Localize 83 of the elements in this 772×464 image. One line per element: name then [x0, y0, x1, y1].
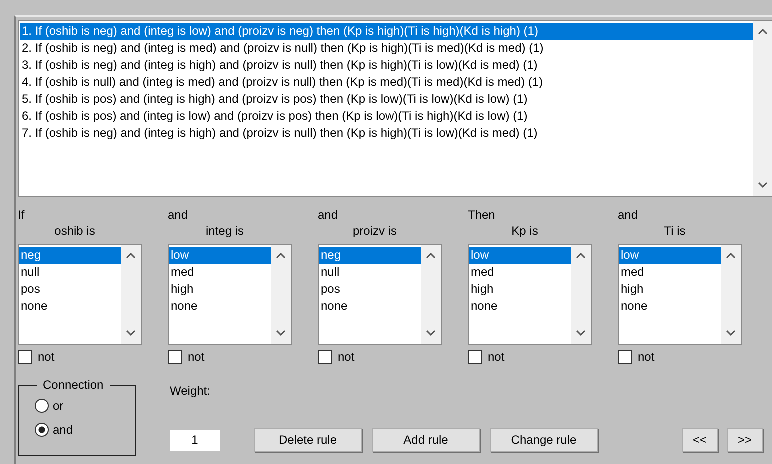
rule-button[interactable]: Delete rule: [254, 428, 362, 452]
list-item[interactable]: none: [469, 298, 571, 315]
rule-button[interactable]: Add rule: [372, 428, 480, 452]
membership-list[interactable]: neg null pos none: [318, 244, 442, 345]
radio-label: and: [53, 423, 74, 437]
rule-item[interactable]: 2. If (oshib is neg) and (integ is med) and (proizv is null) then (Kp is high)(Ti is med)(Kd is med) (1): [20, 40, 753, 57]
not-label: not: [338, 350, 355, 364]
not-checkbox[interactable]: [468, 350, 482, 364]
list-item[interactable]: null: [19, 264, 121, 281]
scrollbar[interactable]: [753, 21, 772, 196]
connection-title: Connection: [42, 378, 105, 392]
variable-label: Ti is: [664, 223, 686, 239]
list-item[interactable]: pos: [319, 281, 421, 298]
membership-list[interactable]: low med high none: [618, 244, 742, 345]
scroll-up-icon[interactable]: [276, 253, 286, 259]
scroll-down-icon[interactable]: [426, 330, 436, 336]
variable-label: integ is: [206, 223, 244, 239]
not-checkbox[interactable]: [168, 350, 182, 364]
variable-label: oshib is: [54, 223, 96, 239]
rule-item[interactable]: 1. If (oshib is neg) and (integ is low) and (proizv is neg) then (Kp is high)(Ti is high)(Kd is high) (1): [20, 23, 753, 40]
list-item[interactable]: med: [169, 264, 271, 281]
list-item[interactable]: low: [619, 247, 721, 264]
scroll-up-icon[interactable]: [726, 253, 736, 259]
scroll-up-icon[interactable]: [758, 29, 768, 35]
list-item[interactable]: none: [169, 298, 271, 315]
list-item[interactable]: none: [619, 298, 721, 315]
list-item[interactable]: low: [169, 247, 271, 264]
scroll-down-icon[interactable]: [276, 330, 286, 336]
list-item[interactable]: none: [19, 298, 121, 315]
scrollbar[interactable]: [271, 245, 291, 344]
scrollbar[interactable]: [421, 245, 441, 344]
not-label: not: [38, 350, 55, 364]
rule-button[interactable]: Change rule: [490, 428, 598, 452]
list-item[interactable]: neg: [319, 247, 421, 264]
radio-label: or: [53, 399, 64, 413]
list-item[interactable]: low: [469, 247, 571, 264]
nav-button[interactable]: >>: [727, 428, 763, 452]
rule-list[interactable]: [18, 20, 772, 197]
weight-label: Weight:: [170, 384, 210, 398]
scroll-down-icon[interactable]: [126, 330, 136, 336]
not-label: not: [638, 350, 655, 364]
not-label: not: [188, 350, 205, 364]
scroll-up-icon[interactable]: [126, 253, 136, 259]
scrollbar[interactable]: [121, 245, 141, 344]
scroll-down-icon[interactable]: [758, 182, 768, 188]
list-item[interactable]: none: [319, 298, 421, 315]
rule-item[interactable]: 5. If (oshib is pos) and (integ is high) and (proizv is pos) then (Kp is low)(Ti is low)(Kd is low) (1): [20, 91, 753, 108]
list-item[interactable]: high: [469, 281, 571, 298]
not-checkbox[interactable]: [318, 350, 332, 364]
scroll-up-icon[interactable]: [426, 253, 436, 259]
rule-item[interactable]: 3. If (oshib is neg) and (integ is high) and (proizv is null) then (Kp is high)(Ti is low)(Kd is med) (1): [20, 57, 753, 74]
connective-label: and: [318, 207, 338, 223]
nav-button[interactable]: <<: [682, 428, 718, 452]
rule-item[interactable]: 7. If (oshib is neg) and (integ is high) and (proizv is null) then (Kp is high)(Ti is low)(Kd is med) (1): [20, 125, 753, 142]
variable-label: Kp is: [512, 223, 538, 239]
variable-label: proizv is: [352, 223, 397, 239]
membership-list[interactable]: low med high none: [468, 244, 592, 345]
not-checkbox[interactable]: [18, 350, 32, 364]
scrollbar[interactable]: [721, 245, 741, 344]
connective-label: and: [168, 207, 188, 223]
connective-label: and: [618, 207, 638, 223]
membership-list[interactable]: neg null pos none: [18, 244, 142, 345]
radio-button[interactable]: [35, 399, 49, 413]
radio-button[interactable]: [35, 423, 49, 437]
scroll-up-icon[interactable]: [576, 253, 586, 259]
rule-item[interactable]: 4. If (oshib is null) and (integ is med) and (proizv is null) then (Kp is med)(Ti is med)(Kd is med) (1): [20, 74, 753, 91]
connective-label: If: [18, 207, 25, 223]
list-item[interactable]: high: [169, 281, 271, 298]
not-label: not: [488, 350, 505, 364]
list-item[interactable]: pos: [19, 281, 121, 298]
list-item[interactable]: high: [619, 281, 721, 298]
connective-label: Then: [468, 207, 496, 223]
list-item[interactable]: null: [319, 264, 421, 281]
not-checkbox[interactable]: [618, 350, 632, 364]
weight-field[interactable]: 1: [170, 430, 220, 450]
list-item[interactable]: neg: [19, 247, 121, 264]
scroll-down-icon[interactable]: [576, 330, 586, 336]
scrollbar[interactable]: [571, 245, 591, 344]
rule-item[interactable]: 6. If (oshib is pos) and (integ is low) and (proizv is pos) then (Kp is low)(Ti is high)(Kd is low) (1): [20, 108, 753, 125]
list-item[interactable]: med: [469, 264, 571, 281]
scroll-down-icon[interactable]: [726, 330, 736, 336]
membership-list[interactable]: low med high none: [168, 244, 292, 345]
list-item[interactable]: med: [619, 264, 721, 281]
